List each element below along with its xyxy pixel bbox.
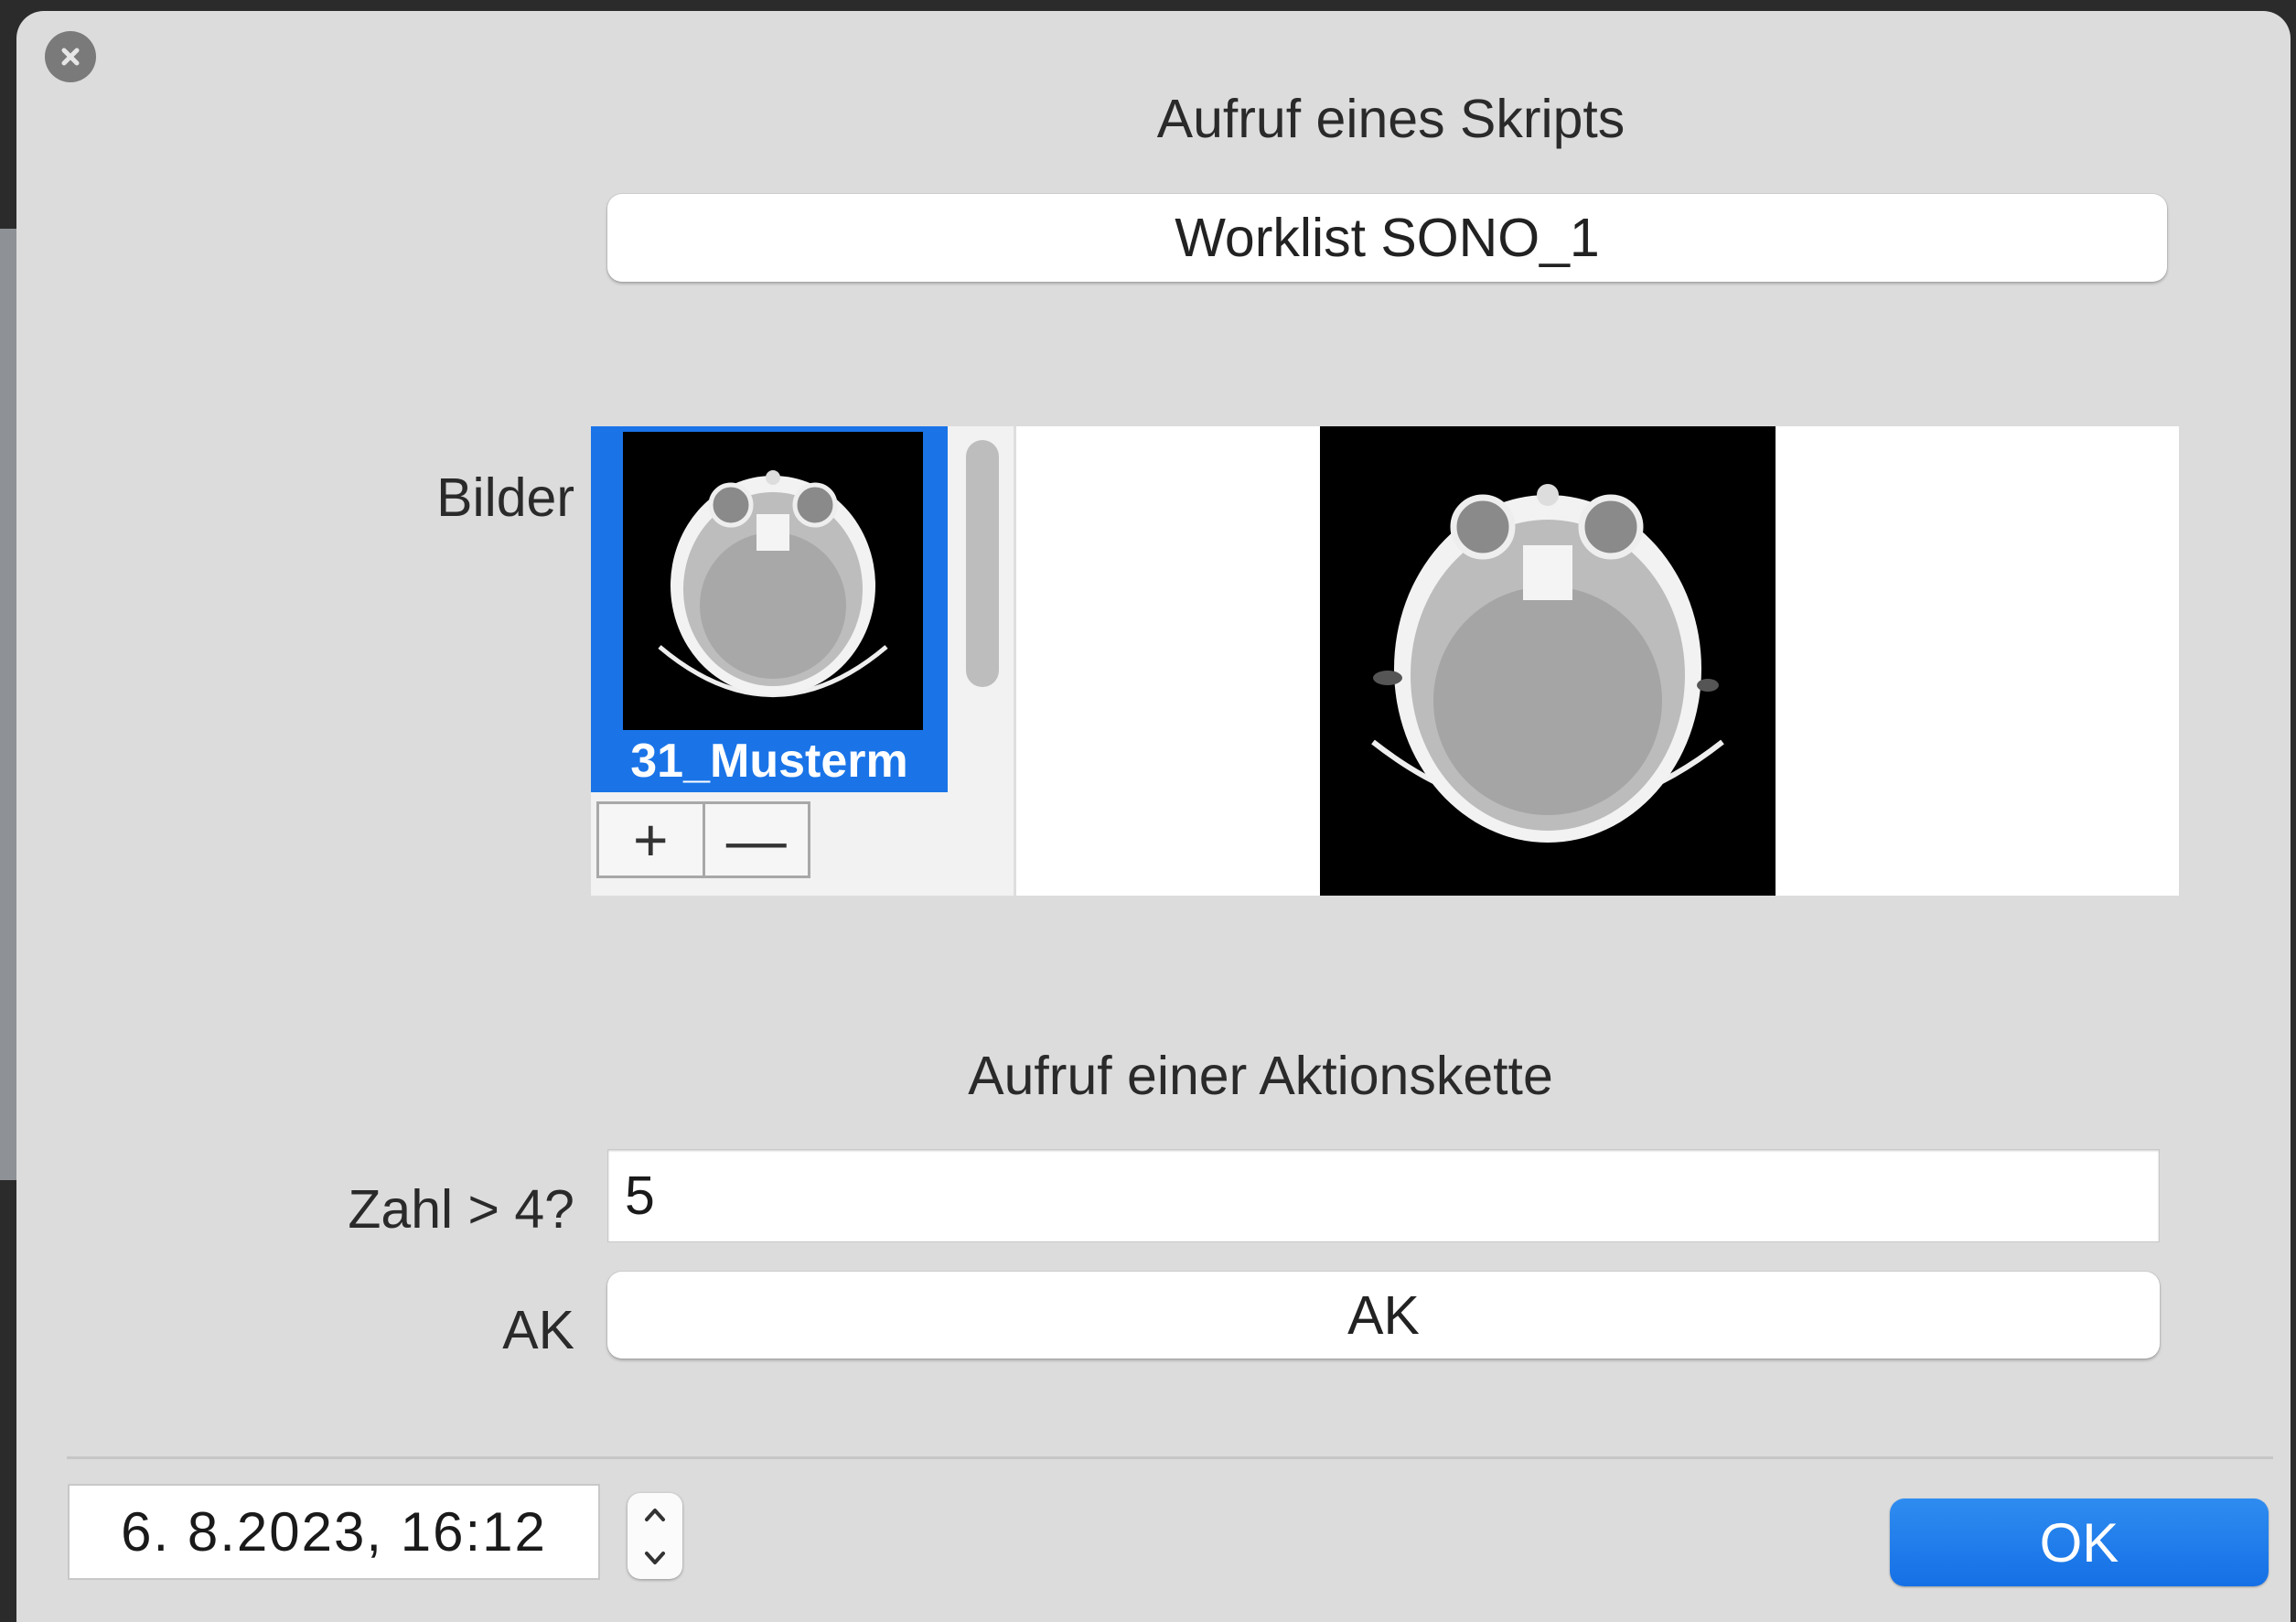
worklist-button[interactable]: Worklist SONO_1 xyxy=(607,194,2167,282)
script-heading: Aufruf eines Skripts xyxy=(1156,89,1625,149)
footer-divider xyxy=(67,1456,2273,1459)
ak-label: AK xyxy=(502,1300,574,1360)
close-icon[interactable] xyxy=(45,31,96,82)
background-window xyxy=(0,229,18,1180)
script-dialog: Aufruf eines Skripts Worklist SONO_1 Bil… xyxy=(16,11,2291,1622)
add-remove-control: + — xyxy=(596,801,810,878)
thumbnail-item-selected[interactable]: 31_Musterm xyxy=(591,426,948,792)
thumbnail-scrollbar[interactable] xyxy=(966,440,999,687)
add-image-button[interactable]: + xyxy=(599,804,705,875)
thumbnail-list[interactable]: 31_Musterm + — xyxy=(591,426,1016,896)
ct-scan-thumbnail xyxy=(623,432,923,730)
ok-button[interactable]: OK xyxy=(1890,1498,2269,1586)
thumbnail-caption: 31_Musterm xyxy=(630,735,908,788)
chevron-up-icon[interactable] xyxy=(641,1505,669,1525)
chevron-down-icon[interactable] xyxy=(641,1548,669,1568)
action-chain-heading: Aufruf einer Aktionskette xyxy=(968,1046,1553,1106)
number-field[interactable]: 5 xyxy=(607,1149,2160,1242)
remove-image-button[interactable]: — xyxy=(705,804,809,875)
ct-scan-preview xyxy=(1320,426,1776,896)
images-label: Bilder xyxy=(436,467,574,528)
number-label: Zahl > 4? xyxy=(348,1179,574,1240)
date-time-field[interactable]: 6. 8.2023, 16:12 xyxy=(68,1484,600,1580)
image-panel: 31_Musterm + — xyxy=(591,426,2179,896)
ak-button[interactable]: AK xyxy=(607,1272,2160,1359)
date-stepper[interactable] xyxy=(628,1493,682,1579)
